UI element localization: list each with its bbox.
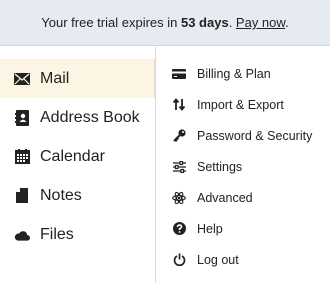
nav-item-label: Mail bbox=[40, 69, 70, 87]
import-export-icon bbox=[172, 98, 186, 112]
address-book-icon bbox=[14, 109, 30, 126]
menu-item-label: Help bbox=[197, 221, 223, 236]
menu-item-label: Billing & Plan bbox=[197, 66, 271, 81]
nav-item-label: Calendar bbox=[40, 147, 105, 165]
menu-item-password-security[interactable]: Password & Security bbox=[156, 120, 330, 151]
help-icon bbox=[172, 222, 186, 236]
menu-item-advanced[interactable]: Advanced bbox=[156, 182, 330, 213]
menu-item-help[interactable]: Help bbox=[156, 213, 330, 244]
envelope-icon bbox=[14, 71, 30, 87]
menu-item-settings[interactable]: Settings bbox=[156, 151, 330, 182]
account-menu: Billing & Plan Import & Export Password … bbox=[155, 47, 330, 283]
menu-item-label: Settings bbox=[197, 159, 243, 174]
trial-separator: . bbox=[228, 15, 236, 30]
pay-now-link[interactable]: Pay now bbox=[236, 15, 285, 30]
nav-item-label: Files bbox=[40, 225, 74, 243]
calendar-icon bbox=[14, 149, 30, 165]
menu-item-import-export[interactable]: Import & Export bbox=[156, 89, 330, 120]
nav-item-mail[interactable]: Mail bbox=[0, 59, 155, 98]
menu-item-log-out[interactable]: Log out bbox=[156, 244, 330, 275]
nav-item-notes[interactable]: Notes bbox=[0, 176, 155, 215]
app-nav: Mail Address Book Calendar Notes Files bbox=[0, 47, 155, 283]
menu-item-billing[interactable]: Billing & Plan bbox=[156, 58, 330, 89]
menu-item-label: Log out bbox=[197, 252, 239, 267]
cloud-icon bbox=[14, 227, 30, 243]
nav-item-label: Notes bbox=[40, 186, 82, 204]
trial-days: 53 days bbox=[180, 15, 229, 30]
nav-item-calendar[interactable]: Calendar bbox=[0, 137, 155, 176]
key-icon bbox=[172, 129, 186, 143]
menu-item-label: Password & Security bbox=[197, 128, 313, 143]
nav-item-files[interactable]: Files bbox=[0, 215, 155, 254]
menu-item-label: Advanced bbox=[197, 190, 253, 205]
menu-item-label: Import & Export bbox=[197, 97, 284, 112]
power-icon bbox=[172, 253, 186, 267]
trial-text: Your free trial expires in bbox=[41, 15, 181, 30]
note-icon bbox=[14, 188, 30, 204]
nav-item-label: Address Book bbox=[40, 108, 140, 126]
trial-banner: Your free trial expires in 53 days. Pay … bbox=[0, 0, 330, 46]
trial-suffix: . bbox=[285, 15, 289, 30]
atom-icon bbox=[172, 191, 186, 205]
sliders-icon bbox=[172, 160, 186, 174]
nav-item-address-book[interactable]: Address Book bbox=[0, 98, 155, 137]
credit-card-icon bbox=[172, 67, 186, 81]
